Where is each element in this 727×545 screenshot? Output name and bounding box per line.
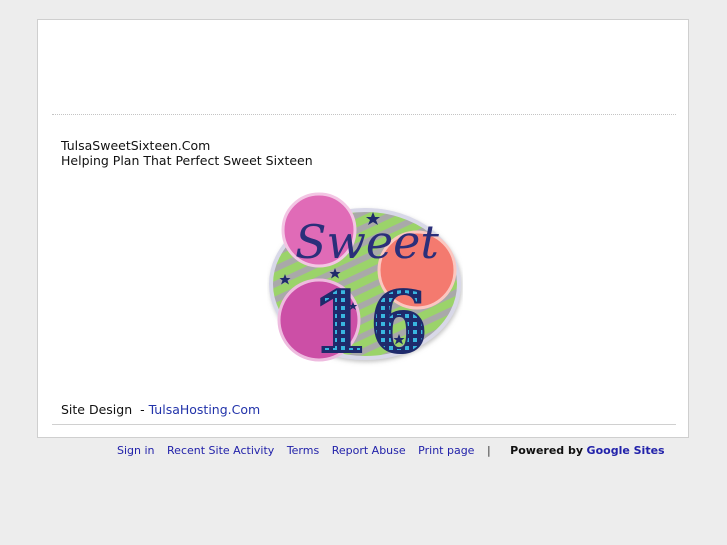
print-page-link[interactable]: Print page — [418, 444, 474, 457]
terms-link[interactable]: Terms — [287, 444, 319, 457]
site-tagline: Helping Plan That Perfect Sweet Sixteen — [61, 153, 313, 168]
site-design-credit: Site Design - TulsaHosting.Com — [61, 402, 260, 417]
site-footer: Sign in Recent Site Activity Terms Repor… — [117, 444, 674, 457]
logo-sweet-text: Sweet — [295, 215, 439, 269]
top-divider — [52, 114, 676, 115]
tulsahosting-link[interactable]: TulsaHosting.Com — [149, 402, 261, 417]
sweet-16-logo: 16 Sweet — [269, 192, 461, 372]
page-card: TulsaSweetSixteen.Com Helping Plan That … — [37, 19, 689, 438]
credit-label: Site Design - — [61, 402, 149, 417]
bottom-divider — [52, 424, 676, 425]
google-sites-link[interactable]: Google Sites — [587, 444, 665, 457]
logo-16-text: 16 — [311, 273, 428, 372]
report-abuse-link[interactable]: Report Abuse — [332, 444, 406, 457]
site-title: TulsaSweetSixteen.Com — [61, 138, 211, 153]
powered-by-label: Powered by — [510, 444, 584, 457]
footer-separator: | — [486, 444, 491, 457]
recent-site-activity-link[interactable]: Recent Site Activity — [167, 444, 274, 457]
sign-in-link[interactable]: Sign in — [117, 444, 155, 457]
